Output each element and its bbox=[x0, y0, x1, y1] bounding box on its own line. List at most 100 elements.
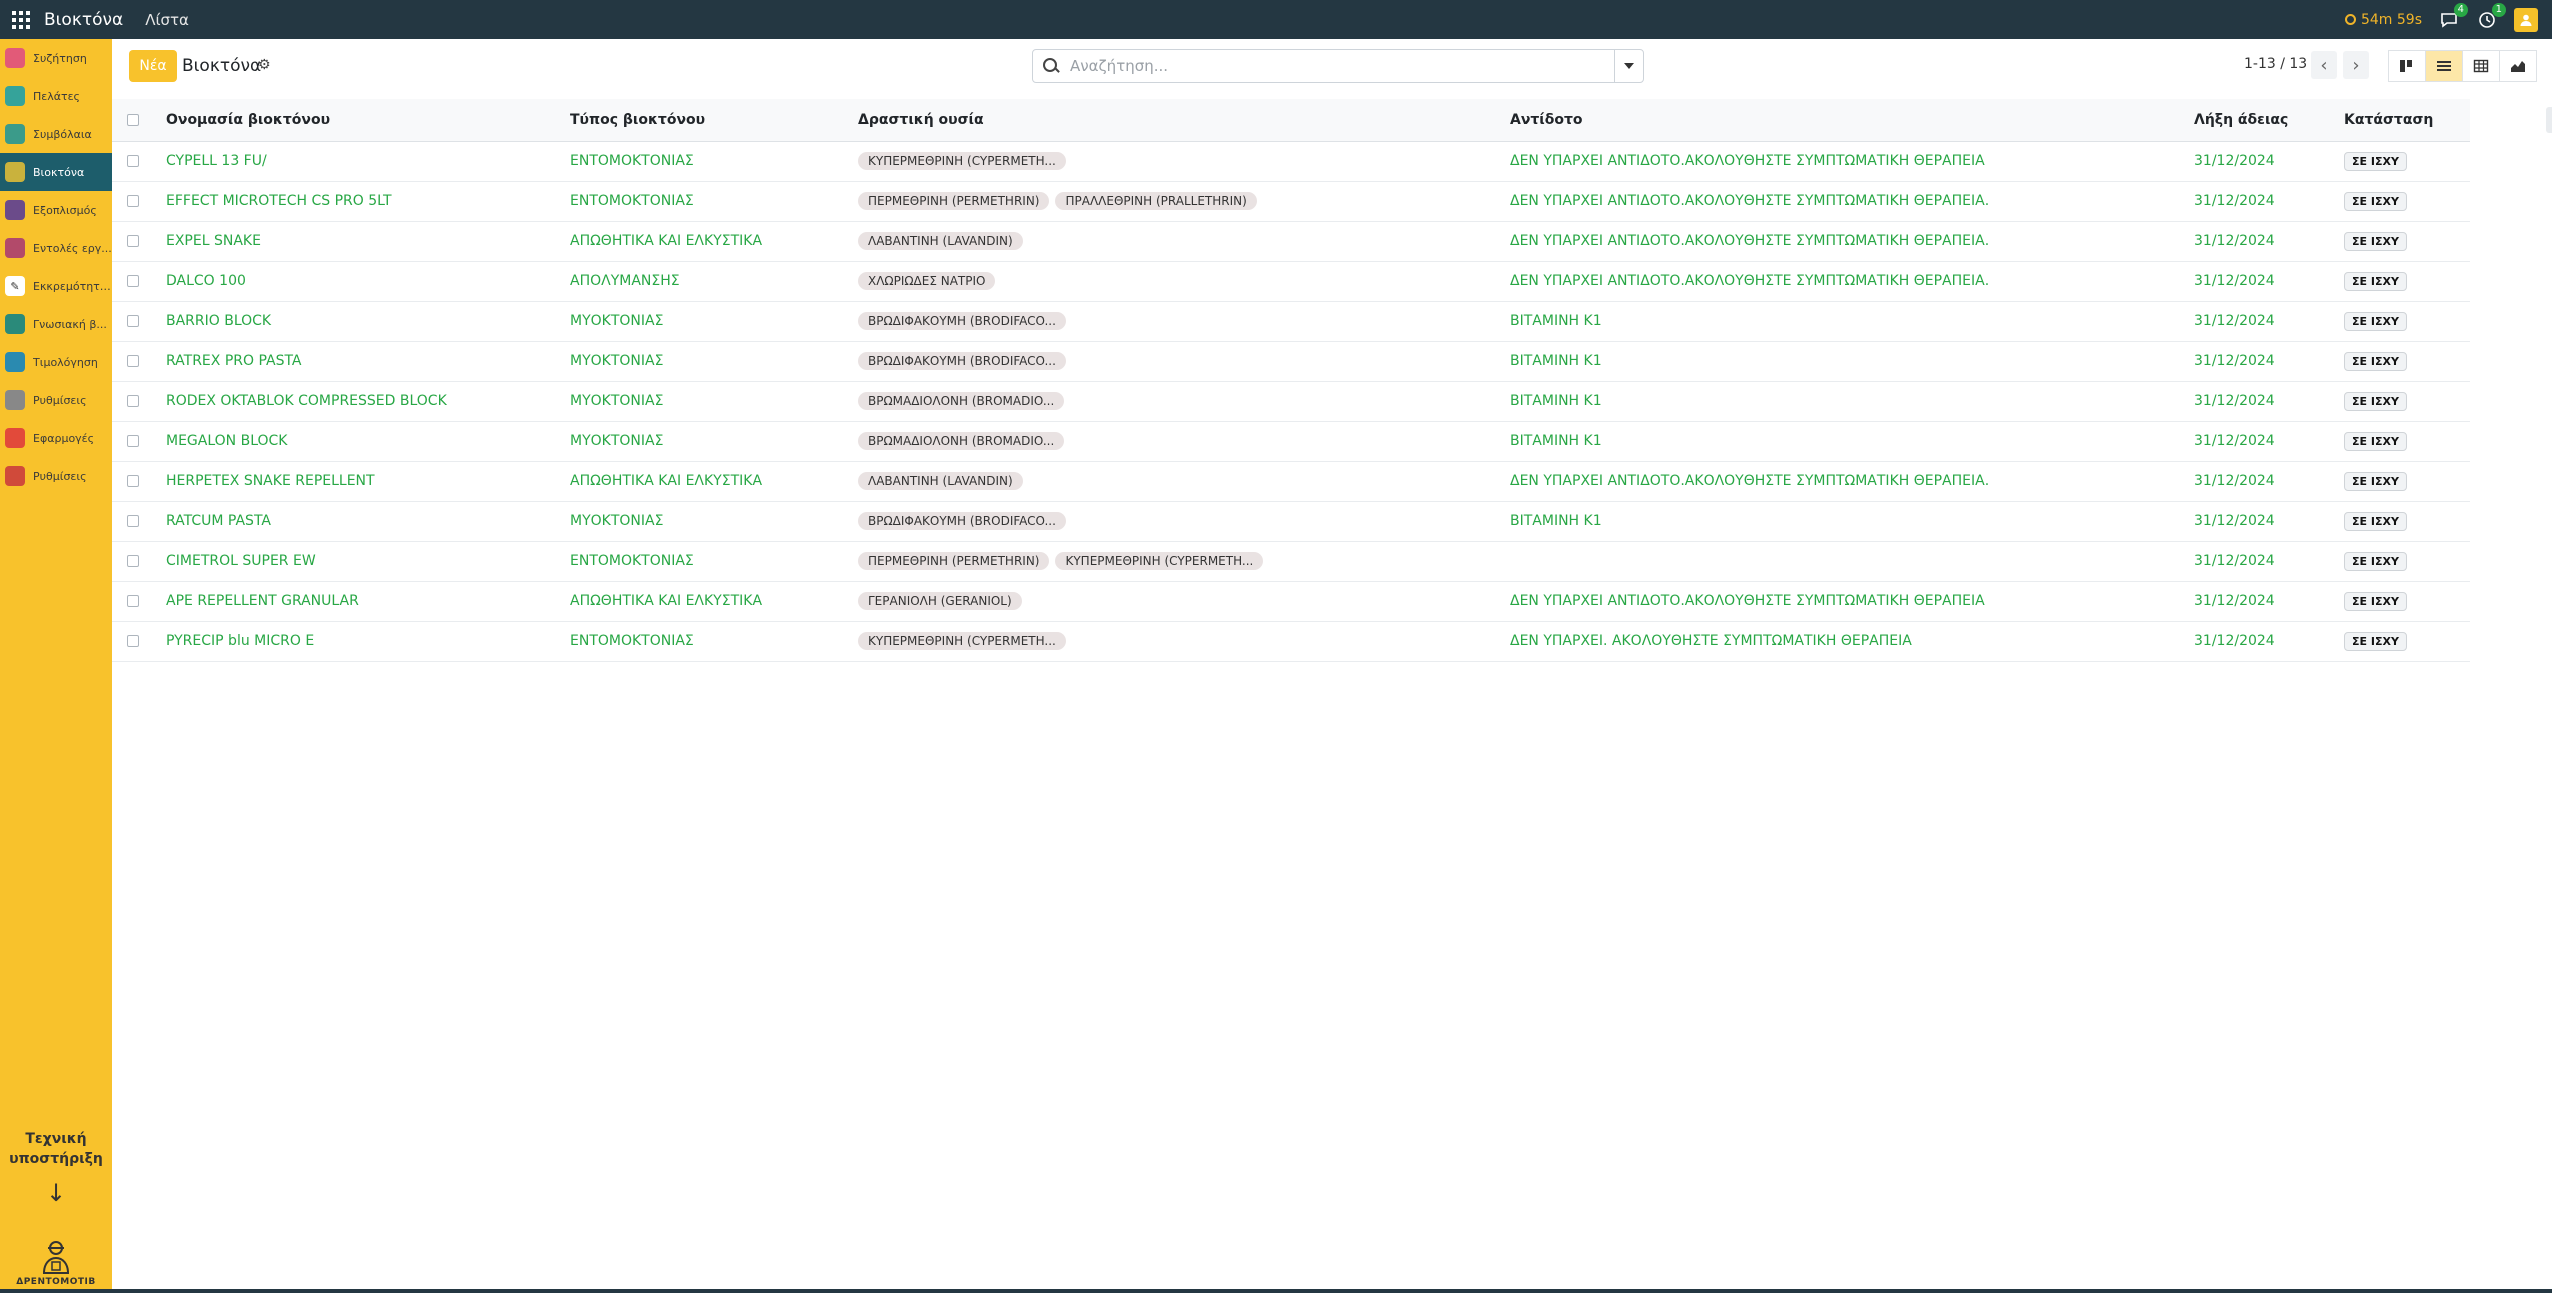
sidebar-item-1[interactable]: Πελάτες bbox=[0, 77, 112, 115]
cell-name[interactable]: HERPETEX SNAKE REPELLENT bbox=[158, 461, 562, 502]
table-row[interactable]: HERPETEX SNAKE REPELLENT ΑΠΩΘΗΤΙΚΑ ΚΑΙ ΕΛ… bbox=[112, 461, 2470, 502]
select-all-checkbox[interactable] bbox=[127, 113, 139, 126]
cell-type[interactable]: ΑΠΩΘΗΤΙΚΑ ΚΑΙ ΕΛΚΥΣΤΙΚΑ bbox=[562, 221, 850, 262]
cell-antidote[interactable]: ΔΕΝ ΥΠΑΡΧΕΙ ΑΝΤΙΔΟΤΟ.ΑΚΟΛΟΥΘΗΣΤΕ ΣΥΜΠΤΩΜ… bbox=[1502, 461, 2186, 502]
cell-expiry[interactable]: 31/12/2024 bbox=[2186, 381, 2336, 422]
cell-antidote[interactable]: ΔΕΝ ΥΠΑΡΧΕΙ ΑΝΤΙΔΟΤΟ.ΑΚΟΛΟΥΘΗΣΤΕ ΣΥΜΠΤΩΜ… bbox=[1502, 141, 2186, 182]
column-header-antidote[interactable]: Αντίδοτο bbox=[1502, 99, 2186, 142]
table-row[interactable]: PYRECIP blu MICRO E ΕΝΤΟΜΟΚΤΟΝΙΑΣ ΚΥΠΕΡΜΕΘ… bbox=[112, 621, 2470, 662]
sidebar-item-4[interactable]: Εξοπλισμός bbox=[0, 191, 112, 229]
sidebar-item-6[interactable]: ✎ Εκκρεμότητες bbox=[0, 267, 112, 305]
cell-antidote[interactable]: ΒΙΤΑΜΙΝΗ Κ1 bbox=[1502, 341, 2186, 382]
menu-item-list[interactable]: Λίστα bbox=[145, 11, 189, 29]
cell-antidote[interactable] bbox=[1502, 541, 2186, 582]
cell-expiry[interactable]: 31/12/2024 bbox=[2186, 181, 2336, 222]
cell-name[interactable]: RATCUM PASTA bbox=[158, 501, 562, 542]
cell-expiry[interactable]: 31/12/2024 bbox=[2186, 541, 2336, 582]
table-row[interactable]: EFFECT MICROTECH CS PRO 5LT ΕΝΤΟΜΟΚΤΟΝΙΑΣ… bbox=[112, 181, 2470, 222]
cell-name[interactable]: RATREX PRO PASTA bbox=[158, 341, 562, 382]
cell-type[interactable]: ΕΝΤΟΜΟΚΤΟΝΙΑΣ bbox=[562, 541, 850, 582]
list-view-button[interactable] bbox=[2425, 50, 2463, 82]
row-checkbox[interactable] bbox=[127, 235, 139, 247]
cell-type[interactable]: ΜΥΟΚΤΟΝΙΑΣ bbox=[562, 421, 850, 462]
cell-name[interactable]: DALCO 100 bbox=[158, 261, 562, 302]
gear-icon[interactable]: ⚙ bbox=[258, 57, 271, 73]
new-button[interactable]: Νέα bbox=[129, 50, 177, 82]
cell-type[interactable]: ΜΥΟΚΤΟΝΙΑΣ bbox=[562, 301, 850, 342]
cell-name[interactable]: EXPEL SNAKE bbox=[158, 221, 562, 262]
cell-expiry[interactable]: 31/12/2024 bbox=[2186, 221, 2336, 262]
row-checkbox[interactable] bbox=[127, 275, 139, 287]
cell-type[interactable]: ΜΥΟΚΤΟΝΙΑΣ bbox=[562, 381, 850, 422]
column-header-type[interactable]: Τύπος βιοκτόνου bbox=[562, 99, 850, 142]
sidebar-item-0[interactable]: Συζήτηση bbox=[0, 39, 112, 77]
app-title[interactable]: Βιοκτόνα bbox=[44, 10, 123, 30]
cell-expiry[interactable]: 31/12/2024 bbox=[2186, 141, 2336, 182]
cell-expiry[interactable]: 31/12/2024 bbox=[2186, 501, 2336, 542]
row-checkbox[interactable] bbox=[127, 395, 139, 407]
row-checkbox[interactable] bbox=[127, 595, 139, 607]
table-row[interactable]: RATCUM PASTA ΜΥΟΚΤΟΝΙΑΣ ΒΡΩΔΙΦΑΚΟΥΜΗ (BROD… bbox=[112, 501, 2470, 542]
cell-expiry[interactable]: 31/12/2024 bbox=[2186, 301, 2336, 342]
search-input[interactable] bbox=[1068, 56, 1614, 76]
cell-name[interactable]: EFFECT MICROTECH CS PRO 5LT bbox=[158, 181, 562, 222]
table-row[interactable]: DALCO 100 ΑΠΟΛΥΜΑΝΣΗΣ ΧΛΩΡΙΩΔΕΣ ΝΑΤΡΙΟ ΔΕΝ … bbox=[112, 261, 2470, 302]
cell-name[interactable]: PYRECIP blu MICRO E bbox=[158, 621, 562, 662]
pager-previous-button[interactable]: ‹ bbox=[2311, 51, 2337, 79]
timer-widget[interactable]: 54m 59s bbox=[2344, 12, 2422, 28]
cell-type[interactable]: ΑΠΩΘΗΤΙΚΑ ΚΑΙ ΕΛΚΥΣΤΙΚΑ bbox=[562, 581, 850, 622]
expand-icon[interactable]: ⤢ bbox=[2546, 107, 2552, 133]
table-row[interactable]: RODEX OKTABLOK COMPRESSED BLOCK ΜΥΟΚΤΟΝΙΑ… bbox=[112, 381, 2470, 422]
cell-expiry[interactable]: 31/12/2024 bbox=[2186, 341, 2336, 382]
cell-antidote[interactable]: ΒΙΤΑΜΙΝΗ Κ1 bbox=[1502, 301, 2186, 342]
user-avatar[interactable] bbox=[2514, 7, 2538, 32]
cell-antidote[interactable]: ΔΕΝ ΥΠΑΡΧΕΙ ΑΝΤΙΔΟΤΟ.ΑΚΟΛΟΥΘΗΣΤΕ ΣΥΜΠΤΩΜ… bbox=[1502, 261, 2186, 302]
cell-expiry[interactable]: 31/12/2024 bbox=[2186, 581, 2336, 622]
cell-antidote[interactable]: ΒΙΤΑΜΙΝΗ Κ1 bbox=[1502, 501, 2186, 542]
row-checkbox[interactable] bbox=[127, 635, 139, 647]
cell-expiry[interactable]: 31/12/2024 bbox=[2186, 421, 2336, 462]
apps-menu-icon[interactable] bbox=[12, 10, 30, 29]
row-checkbox[interactable] bbox=[127, 195, 139, 207]
cell-type[interactable]: ΜΥΟΚΤΟΝΙΑΣ bbox=[562, 501, 850, 542]
cell-type[interactable]: ΜΥΟΚΤΟΝΙΑΣ bbox=[562, 341, 850, 382]
column-header-name[interactable]: Ονομασία βιοκτόνου bbox=[158, 99, 562, 142]
cell-antidote[interactable]: ΔΕΝ ΥΠΑΡΧΕΙ ΑΝΤΙΔΟΤΟ.ΑΚΟΛΟΥΘΗΣΤΕ ΣΥΜΠΤΩΜ… bbox=[1502, 181, 2186, 222]
sidebar-item-5[interactable]: Εντολές εργ... bbox=[0, 229, 112, 267]
cell-type[interactable]: ΑΠΟΛΥΜΑΝΣΗΣ bbox=[562, 261, 850, 302]
sidebar-item-3[interactable]: Βιοκτόνα bbox=[0, 153, 112, 191]
cell-name[interactable]: RODEX OKTABLOK COMPRESSED BLOCK bbox=[158, 381, 562, 422]
pager-next-button[interactable]: › bbox=[2343, 51, 2369, 79]
cell-name[interactable]: CYPELL 13 FU/ bbox=[158, 141, 562, 182]
cell-name[interactable]: CIMETROL SUPER EW bbox=[158, 541, 562, 582]
row-checkbox[interactable] bbox=[127, 555, 139, 567]
messages-button[interactable]: 4 bbox=[2438, 2, 2468, 30]
sidebar-item-8[interactable]: Τιμολόγηση bbox=[0, 343, 112, 381]
search-options-toggle[interactable] bbox=[1614, 50, 1643, 82]
cell-name[interactable]: MEGALON BLOCK bbox=[158, 421, 562, 462]
sidebar-item-10[interactable]: Εφαρμογές bbox=[0, 419, 112, 457]
cell-antidote[interactable]: ΒΙΤΑΜΙΝΗ Κ1 bbox=[1502, 421, 2186, 462]
cell-antidote[interactable]: ΒΙΤΑΜΙΝΗ Κ1 bbox=[1502, 381, 2186, 422]
cell-antidote[interactable]: ΔΕΝ ΥΠΑΡΧΕΙ ΑΝΤΙΔΟΤΟ.ΑΚΟΛΟΥΘΗΣΤΕ ΣΥΜΠΤΩΜ… bbox=[1502, 581, 2186, 622]
table-row[interactable]: CYPELL 13 FU/ΕΝΤΟΜΟΚΤΟΝΙΑΣ ΚΥΠΕΡΜΕΘΡΙΝΗ (… bbox=[112, 141, 2470, 182]
column-header-expiry[interactable]: Λήξη άδειας bbox=[2186, 99, 2336, 142]
activities-button[interactable]: 1 bbox=[2476, 2, 2506, 30]
company-logo[interactable]: ΔΡΕΝΤΟΜΟΤΙΒ bbox=[16, 1239, 95, 1295]
column-header-substance[interactable]: Δραστική ουσία bbox=[850, 99, 1502, 142]
row-checkbox[interactable] bbox=[127, 355, 139, 367]
column-header-status-label[interactable]: Κατάσταση bbox=[2344, 112, 2433, 128]
cell-antidote[interactable]: ΔΕΝ ΥΠΑΡΧΕΙ ΑΝΤΙΔΟΤΟ.ΑΚΟΛΟΥΘΗΣΤΕ ΣΥΜΠΤΩΜ… bbox=[1502, 221, 2186, 262]
cell-antidote[interactable]: ΔΕΝ ΥΠΑΡΧΕΙ. ΑΚΟΛΟΥΘΗΣΤΕ ΣΥΜΠΤΩΜΑΤΙΚΗ ΘΕ… bbox=[1502, 621, 2186, 662]
cell-expiry[interactable]: 31/12/2024 bbox=[2186, 261, 2336, 302]
kanban-view-button[interactable] bbox=[2388, 50, 2426, 82]
cell-name[interactable]: BARRIO BLOCK bbox=[158, 301, 562, 342]
pivot-view-button[interactable] bbox=[2462, 50, 2500, 82]
cell-expiry[interactable]: 31/12/2024 bbox=[2186, 461, 2336, 502]
sidebar-item-2[interactable]: Συμβόλαια bbox=[0, 115, 112, 153]
row-checkbox[interactable] bbox=[127, 435, 139, 447]
cell-type[interactable]: ΕΝΤΟΜΟΚΤΟΝΙΑΣ bbox=[562, 621, 850, 662]
graph-view-button[interactable] bbox=[2499, 50, 2537, 82]
row-checkbox[interactable] bbox=[127, 515, 139, 527]
sidebar-item-9[interactable]: Ρυθμίσεις bbox=[0, 381, 112, 419]
